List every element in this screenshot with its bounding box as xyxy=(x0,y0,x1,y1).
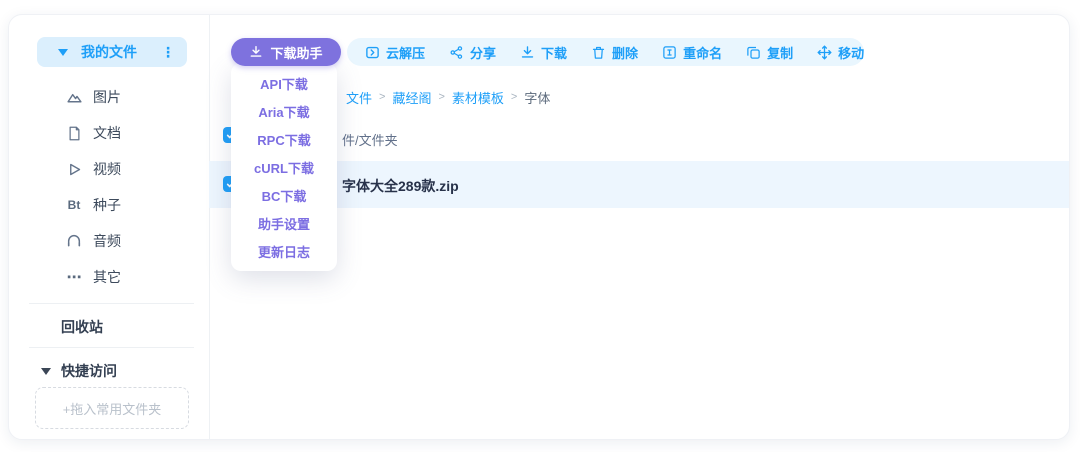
cloud-unzip-icon xyxy=(366,46,379,58)
image-icon xyxy=(65,88,83,106)
drop-common-folder-zone[interactable]: +拖入常用文件夹 xyxy=(35,387,189,429)
toolbar-button-label: 删除 xyxy=(612,45,639,61)
breadcrumb-separator: > xyxy=(379,91,386,103)
cloud-unzip-button[interactable]: 云解压 xyxy=(365,43,425,62)
kebab-menu-icon[interactable]: ⋮ xyxy=(161,45,175,59)
breadcrumb-item[interactable]: 藏经阁 xyxy=(392,88,431,107)
breadcrumb-item[interactable]: 素材模板 xyxy=(452,88,504,107)
drop-zone-label: +拖入常用文件夹 xyxy=(62,401,162,417)
toolbar-button-label: 移动 xyxy=(838,45,865,61)
download-assistant-button[interactable]: 下载助手 xyxy=(231,38,341,66)
more-icon-text: ⋯ xyxy=(66,269,82,286)
download-icon xyxy=(521,45,534,58)
sidebar-item-label: 其它 xyxy=(93,269,121,285)
sidebar-divider xyxy=(29,347,194,348)
sidebar-item-label: 种子 xyxy=(93,197,121,213)
my-files-label: 我的文件 xyxy=(81,44,137,60)
toolbar: 云解压 分享 下载 删除 重命名 复制 移动 xyxy=(347,38,864,66)
triangle-down-icon xyxy=(58,48,68,56)
breadcrumb-item-current: 字体 xyxy=(524,90,551,106)
sidebar-item-label: 视频 xyxy=(93,161,121,177)
download-icon xyxy=(251,46,262,57)
sidebar-item-others[interactable]: ⋯ 其它 xyxy=(9,265,209,289)
move-button[interactable]: 移动 xyxy=(817,43,864,62)
list-header-row: 件/文件夹 xyxy=(209,115,1069,161)
bt-icon: Bt xyxy=(65,196,83,214)
sidebar-item-recycle-bin[interactable]: 回收站 xyxy=(9,315,209,339)
rename-icon xyxy=(663,45,676,59)
menu-item-api-download[interactable]: API下载 xyxy=(231,69,337,97)
list-header-label: 件/文件夹 xyxy=(342,133,398,148)
toolbar-button-label: 复制 xyxy=(767,45,794,61)
toolbar-button-label: 重命名 xyxy=(683,45,723,61)
file-name[interactable]: 字体大全289款.zip xyxy=(342,176,459,196)
breadcrumb: 文件 > 藏经阁 > 素材模板 > 字体 xyxy=(346,88,551,107)
menu-item-aria-download[interactable]: Aria下载 xyxy=(231,97,337,125)
menu-item-assistant-settings[interactable]: 助手设置 xyxy=(231,209,337,237)
sidebar-item-label: 音频 xyxy=(93,233,121,249)
sidebar-item-images[interactable]: 图片 xyxy=(9,85,209,109)
menu-item-changelog[interactable]: 更新日志 xyxy=(231,237,337,265)
share-icon xyxy=(450,45,463,59)
sidebar-item-label: 图片 xyxy=(93,89,121,105)
move-icon xyxy=(817,45,832,59)
recycle-bin-label: 回收站 xyxy=(61,319,103,335)
download-button[interactable]: 下载 xyxy=(520,43,567,62)
sidebar: 我的文件 ⋮ 图片 文档 视频 Bt 种子 音频 ⋯ 其它 回收站 快捷访问 +… xyxy=(9,15,210,439)
video-icon xyxy=(65,160,83,178)
table-row[interactable]: 字体大全289款.zip xyxy=(209,161,1069,208)
sidebar-item-audio[interactable]: 音频 xyxy=(9,229,209,253)
share-button[interactable]: 分享 xyxy=(449,43,496,62)
menu-item-bc-download[interactable]: BC下载 xyxy=(231,181,337,209)
breadcrumb-item[interactable]: 文件 xyxy=(346,88,372,107)
download-assistant-menu: API下载 Aria下载 RPC下载 cURL下载 BC下载 助手设置 更新日志 xyxy=(231,63,337,271)
download-assistant-label: 下载助手 xyxy=(270,45,323,61)
bt-icon-text: Bt xyxy=(67,198,81,212)
document-icon xyxy=(65,124,83,142)
copy-button[interactable]: 复制 xyxy=(746,43,793,62)
triangle-down-icon xyxy=(41,367,51,375)
trash-icon xyxy=(592,46,605,59)
quick-access-label: 快捷访问 xyxy=(61,363,117,379)
sidebar-item-torrents[interactable]: Bt 种子 xyxy=(9,193,209,217)
sidebar-item-label: 文档 xyxy=(93,125,121,141)
sidebar-item-my-files[interactable]: 我的文件 ⋮ xyxy=(37,37,187,67)
file-manager-panel: 我的文件 ⋮ 图片 文档 视频 Bt 种子 音频 ⋯ 其它 回收站 快捷访问 +… xyxy=(8,14,1070,440)
rename-button[interactable]: 重命名 xyxy=(662,43,722,62)
breadcrumb-separator: > xyxy=(510,91,518,103)
sidebar-item-videos[interactable]: 视频 xyxy=(9,157,209,181)
copy-icon xyxy=(747,46,760,59)
breadcrumb-separator: > xyxy=(438,91,445,103)
toolbar-button-label: 分享 xyxy=(470,45,497,61)
more-icon: ⋯ xyxy=(65,268,83,286)
menu-item-rpc-download[interactable]: RPC下载 xyxy=(231,125,337,153)
sidebar-divider xyxy=(29,303,194,304)
audio-icon xyxy=(65,232,83,250)
sidebar-item-quick-access[interactable]: 快捷访问 xyxy=(9,359,209,383)
delete-button[interactable]: 删除 xyxy=(591,43,638,62)
menu-item-curl-download[interactable]: cURL下载 xyxy=(231,153,337,181)
sidebar-item-documents[interactable]: 文档 xyxy=(9,121,209,145)
toolbar-button-label: 下载 xyxy=(541,45,568,61)
toolbar-button-label: 云解压 xyxy=(386,45,426,61)
